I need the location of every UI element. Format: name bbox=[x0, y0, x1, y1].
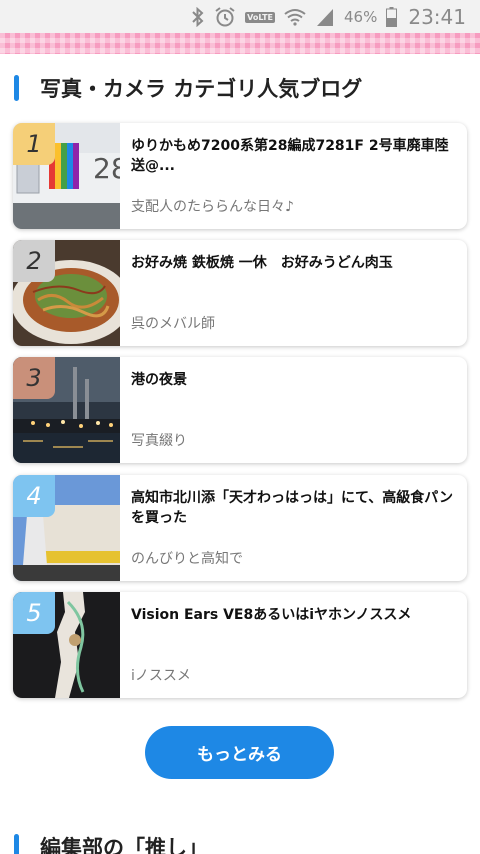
ranking-item[interactable]: 5 Vision Ears VE8あるいはiヤホンノススメ iノススメ bbox=[13, 592, 467, 698]
section-marker bbox=[14, 75, 19, 101]
article-title[interactable]: 高知市北川添「天才わっはっは」にて、高級食パンを買った bbox=[131, 488, 453, 528]
signal-icon bbox=[315, 7, 335, 27]
section-header: 編集部の「推し」 bbox=[14, 832, 208, 854]
rank-badge: 5 bbox=[13, 592, 55, 634]
section-header: 写真・カメラ カテゴリ人気ブログ bbox=[14, 73, 362, 103]
article-title[interactable]: ゆりかもめ7200系第28編成7281F 2号車廃車陸送@... bbox=[131, 136, 453, 176]
rank-badge: 1 bbox=[13, 123, 55, 165]
blog-name[interactable]: iノススメ bbox=[131, 665, 191, 685]
article-title[interactable]: 港の夜景 bbox=[131, 370, 453, 390]
article-title[interactable]: お好み焼 鉄板焼 一休 お好みうどん肉玉 bbox=[131, 253, 453, 273]
thumbnail-image: 2 bbox=[13, 240, 120, 346]
blog-name[interactable]: 写真綴り bbox=[131, 430, 187, 450]
section-title: 写真・カメラ カテゴリ人気ブログ bbox=[40, 77, 363, 101]
thumbnail-image: 28 1 bbox=[13, 123, 120, 229]
section-marker bbox=[14, 834, 19, 854]
status-bar: VoLTE 46% 23:41 bbox=[0, 0, 480, 33]
blog-name[interactable]: 呉のメバル師 bbox=[131, 313, 215, 333]
ranking-item[interactable]: 28 1 ゆりかもめ7200系第28編成7281F 2号車廃車陸送@... 支配… bbox=[13, 123, 467, 229]
thumbnail-image: 5 bbox=[13, 592, 120, 698]
svg-text:28: 28 bbox=[93, 152, 120, 185]
battery-icon bbox=[386, 7, 398, 27]
ranking-item[interactable]: 2 お好み焼 鉄板焼 一休 お好みうどん肉玉 呉のメバル師 bbox=[13, 240, 467, 346]
blog-name[interactable]: 支配人のたららんな日々♪ bbox=[131, 196, 294, 216]
wifi-icon bbox=[284, 8, 306, 26]
decorative-pink-band bbox=[0, 33, 480, 54]
blog-name[interactable]: のんびりと高知で bbox=[131, 548, 243, 568]
alarm-icon bbox=[214, 6, 236, 28]
rank-badge: 2 bbox=[13, 240, 55, 282]
thumbnail-image: 3 bbox=[13, 357, 120, 463]
see-more-button[interactable]: もっとみる bbox=[145, 726, 334, 779]
section-title: 編集部の「推し」 bbox=[40, 836, 208, 854]
ranking-item[interactable]: 3 港の夜景 写真綴り bbox=[13, 357, 467, 463]
volte-icon: VoLTE bbox=[245, 11, 276, 23]
ranking-item[interactable]: 4 高知市北川添「天才わっはっは」にて、高級食パンを買った のんびりと高知で bbox=[13, 475, 467, 581]
clock: 23:41 bbox=[408, 5, 466, 29]
article-title[interactable]: Vision Ears VE8あるいはiヤホンノススメ bbox=[131, 605, 453, 625]
battery-percent: 46% bbox=[344, 8, 378, 26]
thumbnail-image: 4 bbox=[13, 475, 120, 581]
rank-badge: 3 bbox=[13, 357, 55, 399]
bluetooth-icon bbox=[191, 7, 205, 27]
rank-badge: 4 bbox=[13, 475, 55, 517]
